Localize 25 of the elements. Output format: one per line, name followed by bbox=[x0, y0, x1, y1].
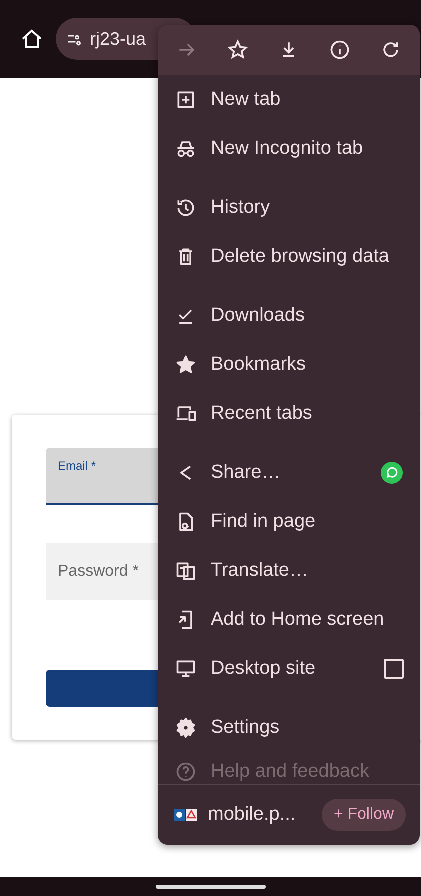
menu-item[interactable]: Downloads bbox=[158, 291, 420, 340]
star-outline-icon[interactable] bbox=[227, 39, 250, 61]
menu-item[interactable]: Delete browsing data bbox=[158, 232, 420, 281]
menu-item[interactable]: Bookmarks bbox=[158, 340, 420, 389]
home-handle[interactable] bbox=[156, 884, 266, 888]
menu-item[interactable]: Find in page bbox=[158, 497, 420, 546]
help-icon bbox=[175, 761, 197, 783]
site-name: mobile.p... bbox=[208, 804, 297, 826]
checkbox[interactable] bbox=[384, 658, 404, 678]
menu-item[interactable]: Add to Home screen bbox=[158, 595, 420, 644]
home-icon[interactable] bbox=[20, 27, 44, 51]
menu-item[interactable]: Desktop site bbox=[158, 644, 420, 693]
chat-app-icon[interactable] bbox=[380, 460, 404, 484]
menu-item[interactable]: Share… bbox=[158, 448, 420, 497]
info-icon[interactable] bbox=[328, 39, 351, 61]
menu-item[interactable]: History bbox=[158, 183, 420, 232]
site-favicon-icon bbox=[174, 808, 198, 822]
star-icon bbox=[175, 354, 197, 376]
settings-icon bbox=[175, 716, 197, 738]
menu-item[interactable]: Settings bbox=[158, 703, 420, 752]
menu-item[interactable]: New Incognito tab bbox=[158, 124, 420, 173]
menu-item[interactable]: Translate… bbox=[158, 546, 420, 595]
menu-item[interactable]: New tab bbox=[158, 75, 420, 124]
follow-button[interactable]: + Follow bbox=[322, 799, 406, 831]
menu-item[interactable]: Recent tabs bbox=[158, 389, 420, 438]
